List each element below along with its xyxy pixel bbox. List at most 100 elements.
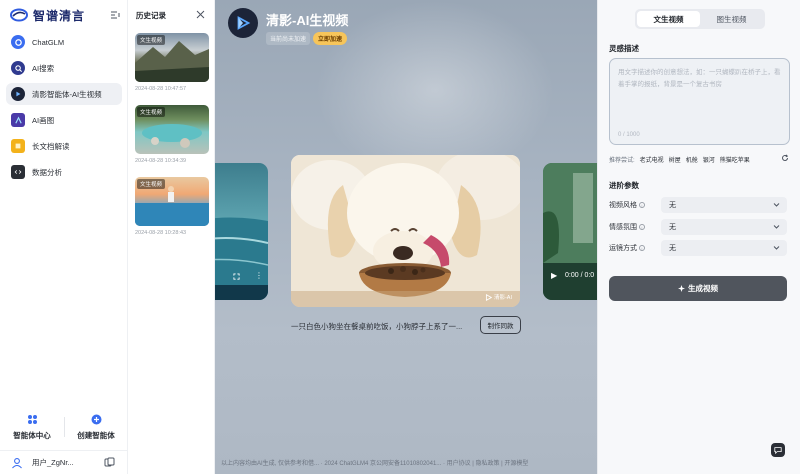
history-thumbnail: 文生视频	[135, 33, 209, 82]
divider	[64, 417, 65, 437]
sidebar-item-long-doc[interactable]: 长文档解读	[6, 135, 122, 157]
advanced-title: 进阶参数	[609, 181, 639, 190]
param-video-style: 视频风格 i 无	[609, 197, 790, 213]
switch-window-icon[interactable]	[104, 457, 115, 468]
info-icon[interactable]: i	[639, 245, 645, 251]
select-value: 无	[669, 202, 676, 209]
brand[interactable]: 智谱清言	[10, 6, 122, 24]
chevron-down-icon	[773, 203, 780, 207]
sidebar-nav: ChatGLM AI搜索 清影智能体-AI生视频 AI画图 长文档解读 数据分析	[6, 31, 122, 187]
settings-panel: 文生视频 图生视频 灵感描述 用文字描述你的创意想法，如：一只蝴蝶趴在桥子上，看…	[597, 0, 800, 474]
tab-text-to-video[interactable]: 文生视频	[637, 11, 700, 27]
watermark-text: 清影-AI	[493, 295, 512, 301]
video-caption: 一只白色小狗坐在餐桌前吃饭，小狗脖子上系了一...	[291, 322, 463, 331]
tab-image-to-video[interactable]: 图生视频	[700, 11, 763, 27]
recommend-chip[interactable]: 老式电视	[640, 155, 664, 164]
info-icon[interactable]: i	[639, 224, 645, 230]
make-same-button[interactable]: 制作同款	[480, 316, 521, 334]
history-item[interactable]: 文生视频 2024-08-28 10:47:57	[135, 33, 209, 92]
mode-tabs: 文生视频 图生视频	[635, 9, 765, 29]
video-play-icon	[11, 87, 25, 101]
sidebar-item-label: 清影智能体-AI生视频	[32, 89, 102, 99]
sidebar-item-label: AI画图	[32, 115, 55, 125]
sidebar-item-label: AI搜索	[32, 63, 55, 73]
history-panel: 历史记录 文生视频 2024-08-28 10:47:57 文生视频 2024-…	[128, 0, 215, 474]
speed-up-button[interactable]: 立即加速	[313, 32, 348, 45]
recommend-chip[interactable]: 银河	[703, 155, 715, 164]
video-card-next[interactable]: ▶ 0:00 / 0:0	[543, 163, 597, 300]
history-date: 2024-08-28 10:47:57	[135, 86, 187, 92]
play-icon[interactable]: ▶	[551, 271, 557, 280]
brand-name: 智谱清言	[33, 8, 86, 23]
history-item[interactable]: 文生视频 2024-08-28 10:28:43	[135, 177, 209, 236]
recommend-chip[interactable]: 机舱	[686, 155, 698, 164]
camera-movement-select[interactable]: 无	[661, 240, 787, 256]
ai-draw-icon	[11, 113, 25, 127]
sparkle-icon	[678, 285, 685, 292]
video-card-current[interactable]: 清影-AI	[291, 155, 520, 307]
agent-center-label: 智能体中心	[13, 430, 51, 440]
sidebar-item-video-agent[interactable]: 清影智能体-AI生视频	[6, 83, 122, 105]
select-value: 无	[669, 224, 676, 231]
prompt-input[interactable]: 用文字描述你的创意想法，如：一只蝴蝶趴在桥子上，看着手掌的报纸，背景是一个复古书…	[609, 58, 790, 145]
sidebar-item-chatglm[interactable]: ChatGLM	[6, 31, 122, 53]
agent-center-button[interactable]: 智能体中心	[0, 410, 64, 444]
qingying-logo-icon	[228, 8, 258, 38]
app-header: 清影-AI生视频 当前尚未加速 立即加速	[228, 8, 348, 45]
generate-label: 生成视频	[688, 284, 718, 293]
user-profile[interactable]: 用户_ZgNr...	[0, 450, 128, 474]
recommend-row: 推荐尝试: 老式电视 树屋 机舱 银河 熊猫吃苹果	[609, 154, 790, 164]
history-tag: 文生视频	[137, 35, 166, 45]
history-item[interactable]: 文生视频 2024-08-28 10:34:39	[135, 105, 209, 164]
video-time: 0:00 / 0:0	[565, 272, 595, 279]
chevron-down-icon	[773, 225, 780, 229]
app-title: 清影-AI生视频	[266, 13, 349, 28]
background-glow	[315, 0, 555, 180]
prompt-title: 灵感描述	[609, 44, 639, 53]
add-agent-icon	[91, 414, 101, 424]
recommend-chip[interactable]: 树屋	[669, 155, 681, 164]
fullscreen-icon[interactable]	[233, 273, 240, 280]
grid-icon	[27, 414, 37, 424]
feedback-button[interactable]	[771, 443, 785, 457]
history-tag: 文生视频	[137, 107, 166, 117]
sidebar-item-ai-draw[interactable]: AI画图	[6, 109, 122, 131]
create-agent-label: 创建智能体	[77, 430, 115, 440]
close-icon[interactable]	[196, 10, 205, 19]
prompt-char-count: 0 / 1000	[618, 132, 640, 138]
user-avatar-icon	[12, 457, 22, 468]
qingying-watermark-icon	[485, 293, 492, 301]
video-stage: 清影-AI生视频 当前尚未加速 立即加速 ⋮ 清影-AI ▶ 0:00 / 0:…	[215, 0, 597, 474]
sidebar-bottom-actions: 智能体中心 创建智能体	[0, 410, 128, 444]
footer: 以上内容均由AI生成, 仅供参考和借... · 2024 ChatGLM4 京公…	[221, 461, 529, 467]
history-thumbnail: 文生视频	[135, 105, 209, 154]
video-style-select[interactable]: 无	[661, 197, 787, 213]
sidebar-item-ai-search[interactable]: AI搜索	[6, 57, 122, 79]
recommend-label: 推荐尝试:	[609, 158, 635, 164]
sidebar-item-data-analysis[interactable]: 数据分析	[6, 161, 122, 183]
create-agent-button[interactable]: 创建智能体	[64, 410, 128, 444]
queue-status: 当前尚未加速	[266, 32, 311, 45]
param-label: 运镜方式	[609, 245, 637, 252]
generate-video-button[interactable]: 生成视频	[609, 276, 787, 301]
mood-select[interactable]: 无	[661, 219, 787, 235]
param-mood: 情感氛围 i 无	[609, 219, 790, 235]
code-icon	[11, 165, 25, 179]
sidebar: 智谱清言 ChatGLM AI搜索 清影智能体-AI生视频 AI画图 长文档解读…	[0, 0, 128, 474]
video-card-previous[interactable]: ⋮	[215, 163, 268, 300]
sidebar-item-label: 数据分析	[32, 167, 62, 177]
chatglm-icon	[11, 35, 25, 49]
collapse-sidebar-icon[interactable]	[110, 10, 120, 20]
document-icon	[11, 139, 25, 153]
recommend-chip[interactable]: 熊猫吃苹果	[720, 155, 750, 164]
refresh-icon[interactable]	[781, 154, 789, 162]
param-label: 情感氛围	[609, 224, 637, 231]
select-value: 无	[669, 245, 676, 252]
param-camera: 运镜方式 i 无	[609, 240, 790, 256]
history-date: 2024-08-28 10:34:39	[135, 158, 187, 164]
info-icon[interactable]: i	[639, 202, 645, 208]
history-tag: 文生视频	[137, 179, 166, 189]
more-options-icon[interactable]: ⋮	[255, 271, 263, 280]
watermark: 清影-AI	[485, 293, 512, 301]
param-label: 视频风格	[609, 202, 637, 209]
